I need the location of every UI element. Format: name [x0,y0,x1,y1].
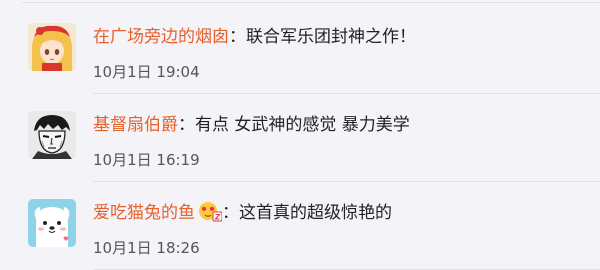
comment-text: 有点 女武神的感觉 暴力美学 [195,115,410,135]
comment-time: 10月1日 19:04 [93,63,200,81]
comment-separator: ： [178,115,195,135]
comment-separator: ： [229,27,246,47]
comment-item: 基督扇伯爵：有点 女武神的感觉 暴力美学 10月1日 16:19 [0,94,600,182]
comment-line: 在广场旁边的烟囱：联合军乐团封神之作！ [93,24,416,50]
comment-username[interactable]: 在广场旁边的烟囱 [93,27,229,47]
comment-separator: ： [222,203,239,223]
comment-line: 基督扇伯爵：有点 女武神的感觉 暴力美学 [93,112,410,138]
top-divider [22,2,600,3]
white-dog-avatar-icon[interactable] [28,199,76,247]
comment-text: 这首真的超级惊艳的 [239,203,392,223]
comment-item: 在广场旁边的烟囱：联合军乐团封神之作！ 10月1日 19:04 [0,6,600,94]
anime-girl-avatar-icon[interactable] [28,23,76,71]
comment-time: 10月1日 18:26 [93,239,200,257]
comment-text: 联合军乐团封神之作！ [246,27,416,47]
comment-item: 爱吃猫兔的鱼 ：这首真的超级惊艳的 10月1日 18:26 [0,182,600,270]
comment-username[interactable]: 爱吃猫兔的鱼 [93,203,195,223]
emoji-badge-icon [198,200,223,222]
comment-time: 10月1日 16:19 [93,151,200,169]
manga-boy-avatar-icon[interactable] [28,111,76,159]
comment-line: 爱吃猫兔的鱼 ：这首真的超级惊艳的 [93,200,392,226]
comment-username[interactable]: 基督扇伯爵 [93,115,178,135]
